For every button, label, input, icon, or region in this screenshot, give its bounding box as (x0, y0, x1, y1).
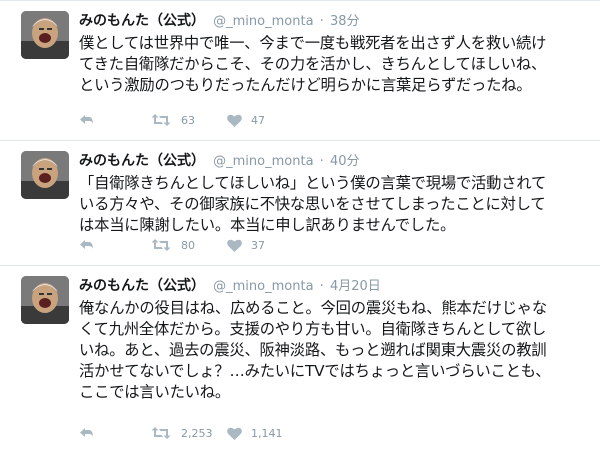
display-name[interactable]: みのもんた（公式） (79, 13, 205, 29)
tweet-text: 「自衛隊きちんとしてほしいね」という僕の言葉で現場で活動されて いる方々や、その… (79, 174, 547, 234)
username[interactable]: @_mino_monta (213, 154, 313, 169)
tweet-actions: 80 37 (79, 235, 265, 255)
separator: · (319, 154, 324, 169)
retweet-icon (151, 427, 171, 439)
tweet[interactable]: みのもんた（公式） @_mino_monta · 38分 僕としては世界中で唯一… (0, 0, 600, 141)
display-name[interactable]: みのもんた（公式） (79, 153, 205, 169)
heart-icon (227, 427, 242, 440)
like-button[interactable]: 1,141 (227, 427, 283, 440)
username[interactable]: @_mino_monta (213, 14, 313, 29)
retweet-button[interactable]: 80 (151, 238, 227, 252)
retweet-button[interactable]: 63 (151, 113, 227, 127)
tweet-text: 俺なんかの役目はね、広めること。今回の震災もね、熊本だけじゃな くて九州全体だか… (79, 299, 551, 401)
retweet-count: 2,253 (181, 426, 213, 440)
reply-arrow-icon (80, 428, 93, 438)
like-count: 37 (251, 238, 265, 252)
like-button[interactable]: 37 (227, 239, 265, 252)
avatar[interactable] (21, 151, 69, 199)
tweet-text: 僕としては世界中で唯一、今まで一度も戦死者を出さず人を救い続け てきた自衛隊だか… (79, 34, 547, 94)
tweet-header: みのもんた（公式） @_mino_monta · 38分 (79, 11, 588, 31)
tweet-actions: 2,253 1,141 (79, 423, 283, 443)
retweet-count: 63 (181, 113, 195, 127)
reply-button[interactable] (79, 238, 151, 252)
reply-arrow-icon (80, 115, 93, 125)
retweet-count: 80 (181, 238, 195, 252)
retweet-icon (151, 239, 171, 251)
avatar[interactable] (21, 11, 69, 59)
like-count: 1,141 (251, 426, 283, 440)
display-name[interactable]: みのもんた（公式） (79, 278, 205, 294)
timestamp[interactable]: 4月20日 (330, 279, 381, 294)
timestamp[interactable]: 38分 (330, 14, 360, 29)
tweet[interactable]: みのもんた（公式） @_mino_monta · 4月20日 俺なんかの役目はね… (0, 266, 600, 456)
tweet-header: みのもんた（公式） @_mino_monta · 40分 (79, 151, 588, 171)
retweet-icon (151, 114, 171, 126)
separator: · (319, 279, 324, 294)
tweet-header: みのもんた（公式） @_mino_monta · 4月20日 (79, 276, 588, 296)
tweet[interactable]: みのもんた（公式） @_mino_monta · 40分 「自衛隊きちんとしてほ… (0, 141, 600, 266)
reply-arrow-icon (80, 240, 93, 250)
reply-button[interactable] (79, 113, 151, 127)
timeline: みのもんた（公式） @_mino_monta · 38分 僕としては世界中で唯一… (0, 0, 600, 457)
heart-icon (227, 239, 242, 252)
username[interactable]: @_mino_monta (213, 279, 313, 294)
avatar[interactable] (21, 276, 69, 324)
like-button[interactable]: 47 (227, 114, 265, 127)
timestamp[interactable]: 40分 (330, 154, 360, 169)
tweet-actions: 63 47 (79, 110, 265, 130)
like-count: 47 (251, 113, 265, 127)
heart-icon (227, 114, 242, 127)
retweet-button[interactable]: 2,253 (151, 426, 227, 440)
reply-button[interactable] (79, 426, 151, 440)
separator: · (319, 14, 324, 29)
